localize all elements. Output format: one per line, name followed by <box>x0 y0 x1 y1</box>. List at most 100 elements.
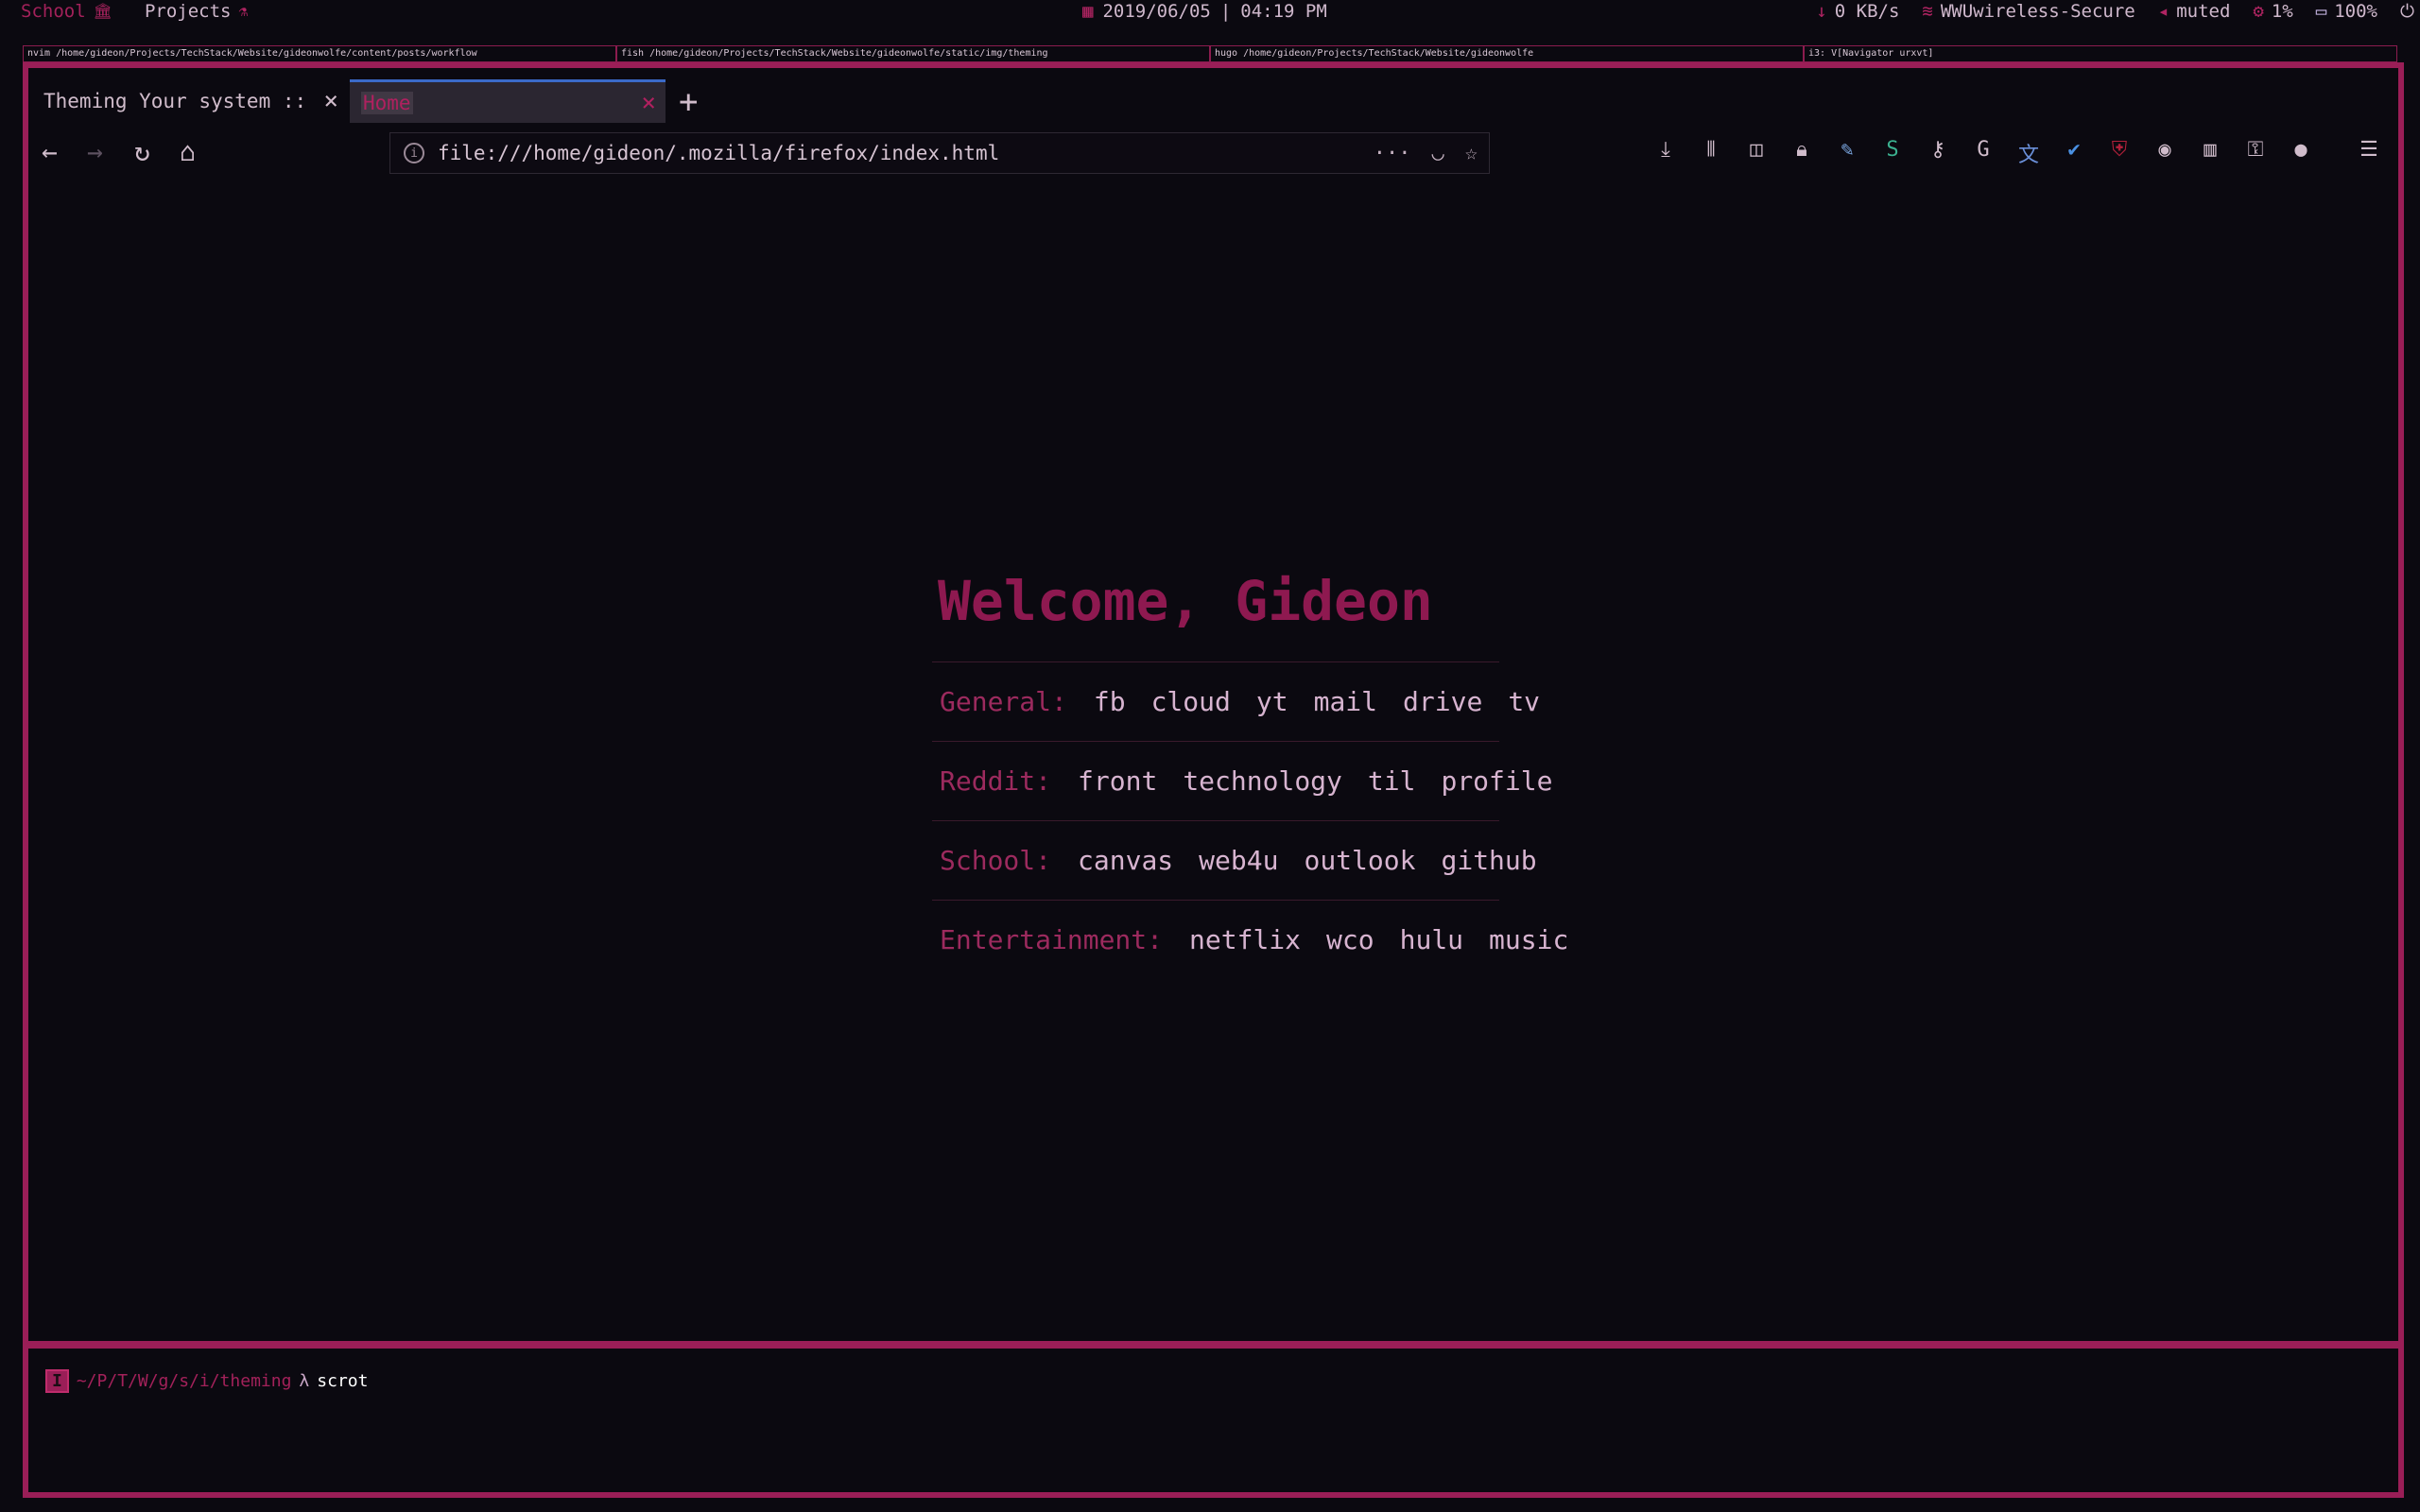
link-web4u[interactable]: web4u <box>1199 845 1278 876</box>
link-drive[interactable]: drive <box>1403 686 1482 717</box>
category-label: General: <box>940 686 1067 717</box>
page-title: Welcome, Gideon <box>938 569 1433 633</box>
flask-icon: ⚗ <box>238 2 249 20</box>
wifi-text: WWUwireless-Secure <box>1940 1 2135 22</box>
link-yt[interactable]: yt <box>1256 686 1288 717</box>
window-title-nvim[interactable]: nvim /home/gideon/Projects/TechStack/Web… <box>23 45 616 62</box>
prompt-path: ~/P/T/W/g/s/i/theming <box>76 1371 292 1391</box>
row-general: General: fb cloud yt mail drive tv <box>932 662 1540 741</box>
ublock-icon[interactable]: ⛨ <box>2106 138 2133 168</box>
new-tab-button[interactable]: + <box>679 83 698 121</box>
workspace-projects[interactable]: Projects ⚗ <box>145 0 248 23</box>
tab-theming[interactable]: Theming Your system :: Gi × <box>28 79 348 123</box>
window-title-hugo[interactable]: hugo /home/gideon/Projects/TechStack/Web… <box>1210 45 1804 62</box>
link-outlook[interactable]: outlook <box>1304 845 1415 876</box>
url-actions: ··· ◡ ☆ <box>1374 142 1478 165</box>
date-text: 2019/06/05 <box>1102 1 1211 22</box>
vimium-icon[interactable]: ✔ <box>2061 138 2087 168</box>
lock-icon[interactable]: 🔒︎ <box>1789 138 1815 168</box>
pocket-icon[interactable]: ◡ <box>1432 142 1444 165</box>
link-canvas[interactable]: canvas <box>1078 845 1173 876</box>
bank-icon: 🏛 <box>93 2 112 20</box>
row-reddit: Reddit: front technology til profile <box>932 741 1552 820</box>
menu-icon[interactable]: ☰ <box>2356 138 2382 168</box>
password-key-icon[interactable]: ⚿ <box>2242 138 2269 168</box>
back-icon[interactable]: ← <box>42 136 58 167</box>
library-icon[interactable]: ⫴ <box>1698 138 1724 168</box>
window-title-bar: nvim /home/gideon/Projects/TechStack/Web… <box>23 45 2397 62</box>
more-icon[interactable]: ··· <box>1374 142 1411 165</box>
status-modules: ↓ 0 KB/s ≋ WWUwireless-Secure ◂ muted ⚙ … <box>1816 0 2420 23</box>
prompt-line: I ~/P/T/W/g/s/i/theming λ scrot <box>45 1369 368 1393</box>
link-technology[interactable]: technology <box>1183 765 1342 797</box>
download-icon[interactable]: ⤓ <box>1652 138 1679 168</box>
wifi-icon: ≋ <box>1922 1 1933 22</box>
stylus-icon[interactable]: S <box>1879 138 1906 168</box>
category-label: Reddit: <box>940 765 1052 797</box>
close-tab-icon[interactable]: × <box>641 89 656 117</box>
clock: ▦ 2019/06/05 | 04:19 PM <box>1082 0 1327 23</box>
tab-home[interactable]: Home × <box>350 79 666 123</box>
workspace-school[interactable]: School 🏛 <box>21 0 112 23</box>
row-school: School: canvas web4u outlook github <box>932 820 1537 900</box>
cpu-icon: ⚙ <box>2253 1 2264 22</box>
workspace-label: Projects <box>144 1 232 22</box>
link-music[interactable]: music <box>1489 924 1568 955</box>
terminal-window[interactable]: I ~/P/T/W/g/s/i/theming λ scrot <box>23 1343 2404 1498</box>
window-title-fish[interactable]: fish /home/gideon/Projects/TechStack/Web… <box>616 45 1210 62</box>
prompt-symbol: λ <box>299 1371 310 1391</box>
bookmark-star-icon[interactable]: ☆ <box>1465 142 1478 165</box>
date-time-separator: | <box>1219 1 1232 22</box>
sidebar-icon[interactable]: ◫ <box>1743 138 1770 168</box>
link-cloud[interactable]: cloud <box>1151 686 1231 717</box>
net-speed-text: 0 KB/s <box>1834 1 1900 22</box>
volume[interactable]: ◂ muted <box>2158 0 2231 23</box>
url-bar[interactable]: i file:///home/gideon/.mozilla/firefox/i… <box>389 132 1490 174</box>
google-icon[interactable]: G <box>1970 138 1996 168</box>
browser-window: Theming Your system :: Gi × Home × + ← →… <box>23 62 2404 1347</box>
link-mail[interactable]: mail <box>1314 686 1377 717</box>
grid-icon[interactable]: ▥ <box>2197 138 2223 168</box>
account-icon[interactable]: ● <box>2288 138 2314 168</box>
calendar-icon: ▦ <box>1082 1 1094 22</box>
tab-title: Theming Your system :: Gi <box>43 90 306 112</box>
link-wco[interactable]: wco <box>1326 924 1374 955</box>
category-label: School: <box>940 845 1052 876</box>
row-entertainment: Entertainment: netflix wco hulu music <box>932 900 1568 979</box>
battery-icon: ▭ <box>2315 1 2327 22</box>
vi-mode-badge: I <box>45 1369 69 1393</box>
url-text[interactable]: file:///home/gideon/.mozilla/firefox/ind… <box>438 142 1374 164</box>
privacy-icon[interactable]: ◉ <box>2152 138 2178 168</box>
forward-icon[interactable]: → <box>87 136 103 167</box>
reload-icon[interactable]: ↻ <box>134 136 150 167</box>
status-bar: School 🏛 Projects ⚗ ▦ 2019/06/05 | 04:19… <box>0 0 2420 43</box>
link-github[interactable]: github <box>1441 845 1536 876</box>
link-tv[interactable]: tv <box>1508 686 1540 717</box>
nav-bar: ← → ↻ ⌂ i file:///home/gideon/.mozilla/f… <box>28 127 2398 180</box>
window-title-navigator[interactable]: i3: V[Navigator urxvt] <box>1804 45 2397 62</box>
tab-title-text: Theming Your system :: <box>43 90 306 112</box>
key-icon[interactable]: ⚷ <box>1925 138 1951 168</box>
close-tab-icon[interactable]: × <box>323 87 338 115</box>
link-netflix[interactable]: netflix <box>1189 924 1301 955</box>
battery-text: 100% <box>2334 1 2377 22</box>
link-fb[interactable]: fb <box>1094 686 1126 717</box>
power-icon[interactable]: ⏻ <box>2400 0 2414 23</box>
tab-bar: Theming Your system :: Gi × Home × + <box>28 76 2398 130</box>
tab-title: Home <box>361 91 413 114</box>
eyedropper-icon[interactable]: ✎ <box>1834 138 1860 168</box>
link-front[interactable]: front <box>1078 765 1157 797</box>
link-til[interactable]: til <box>1368 765 1416 797</box>
cpu-text: 1% <box>2271 1 2293 22</box>
volume-text: muted <box>2176 1 2231 22</box>
command-text[interactable]: scrot <box>317 1371 368 1391</box>
battery: ▭ 100% <box>2316 0 2377 23</box>
toolbar-icons: ⤓ ⫴ ◫ 🔒︎ ✎ S ⚷ G 文 ✔ ⛨ ◉ ▥ ⚿ ● ☰ <box>1652 138 2382 168</box>
info-icon[interactable]: i <box>404 143 424 163</box>
link-hulu[interactable]: hulu <box>1400 924 1463 955</box>
translate-icon[interactable]: 文 <box>2015 138 2042 168</box>
home-icon[interactable]: ⌂ <box>180 136 196 167</box>
link-rows: General: fb cloud yt mail drive tv Reddi… <box>932 662 1568 979</box>
workspace-list: School 🏛 Projects ⚗ <box>21 0 272 23</box>
link-profile[interactable]: profile <box>1441 765 1552 797</box>
